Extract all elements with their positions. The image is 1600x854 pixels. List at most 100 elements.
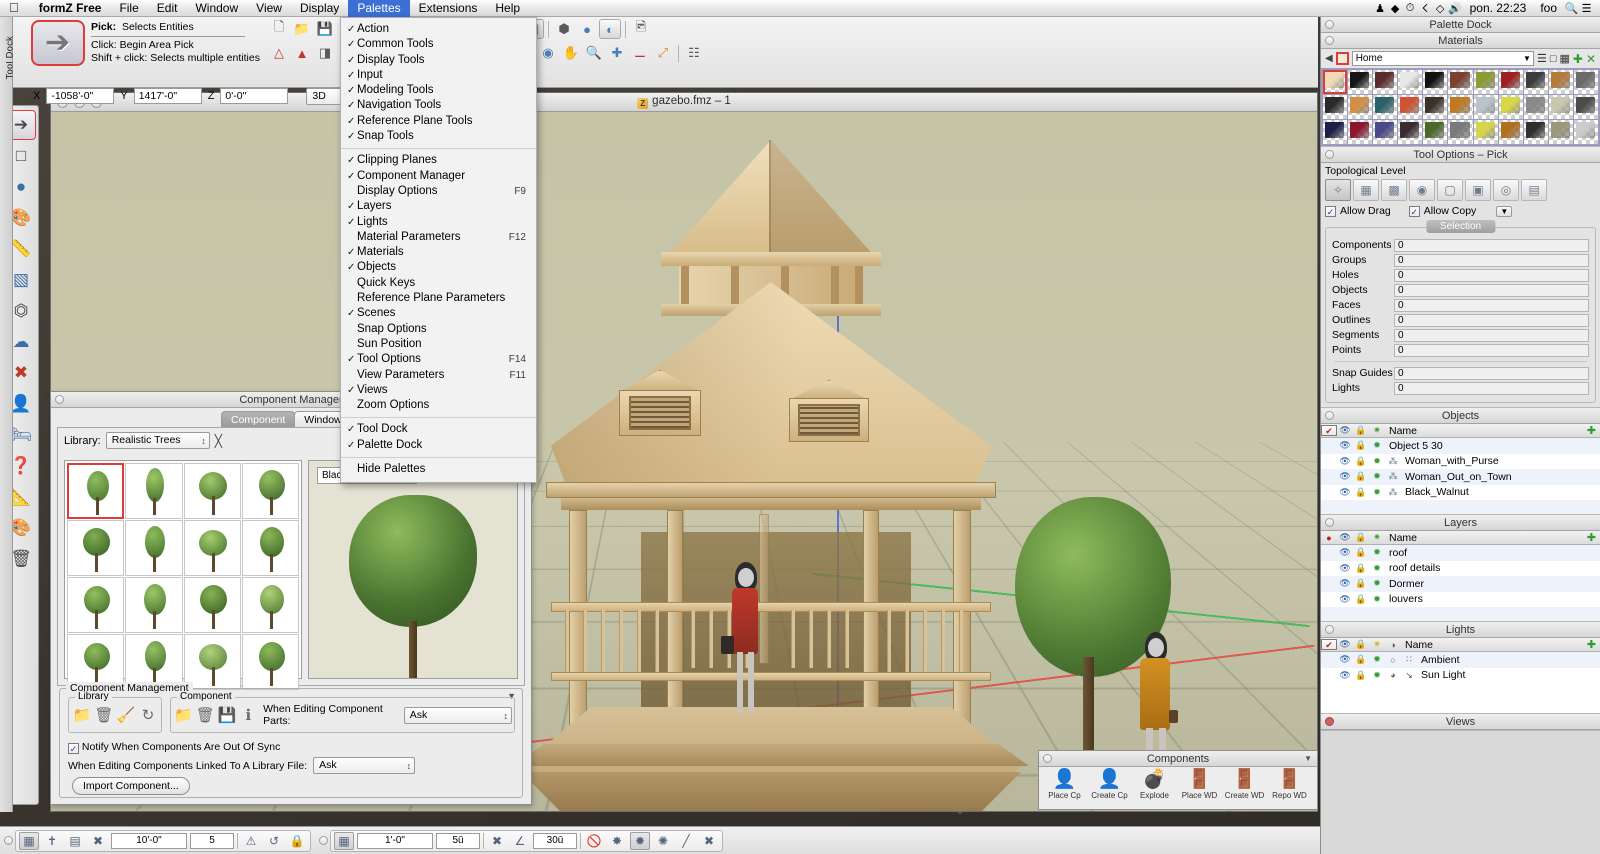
dropbox-icon[interactable]: ◆ xyxy=(1388,2,1403,15)
menu-option-layers[interactable]: ✓ Layers xyxy=(341,199,536,214)
render-wire-icon[interactable]: ⬢ xyxy=(553,19,575,39)
material-swatch[interactable] xyxy=(1448,95,1472,119)
clean-library-icon[interactable]: 🧹 xyxy=(115,703,137,727)
menu-option-action[interactable]: ✓ Action xyxy=(341,22,536,37)
visibility-icon[interactable]: 👁 xyxy=(1337,654,1353,665)
snap-angle-icon[interactable]: ∠ xyxy=(510,832,530,850)
topo-face-icon[interactable]: ▩ xyxy=(1381,179,1407,201)
menu-item-help[interactable]: Help xyxy=(486,0,529,17)
lights-header[interactable]: Lights xyxy=(1321,622,1600,638)
components-palette-header[interactable]: Components ▼ xyxy=(1039,751,1317,767)
material-swatch[interactable] xyxy=(1549,95,1573,119)
ghost-icon[interactable]: ♟ xyxy=(1373,2,1388,15)
render-full-icon[interactable]: ◐ xyxy=(599,19,621,39)
material-swatch[interactable] xyxy=(1524,70,1548,94)
lights-list[interactable]: 👁 🔒 ✹ ○ ∷ Ambient 👁 🔒 ✹ ◕ ↘ Sun Light xyxy=(1321,652,1600,683)
snap-point-icon[interactable]: ✸ xyxy=(607,832,627,850)
menu-option-palette-dock[interactable]: ✓ Palette Dock xyxy=(341,438,536,453)
list-item[interactable]: 👁 🔒 ✹ roof details xyxy=(1321,561,1600,577)
extrude-icon[interactable]: △ xyxy=(268,43,290,63)
lock-icon[interactable]: 🔒 xyxy=(1353,594,1369,605)
snap-icon[interactable]: ✹ xyxy=(1369,487,1385,498)
topo-hole-icon[interactable]: ◎ xyxy=(1493,179,1519,201)
snap-icon[interactable]: ✹ xyxy=(1369,578,1385,589)
search-icon[interactable]: 🔍 xyxy=(1564,2,1579,15)
material-swatch[interactable] xyxy=(1323,70,1347,94)
menu-option-lights[interactable]: ✓ Lights xyxy=(341,215,536,230)
material-swatch[interactable] xyxy=(1398,120,1422,144)
material-swatch[interactable] xyxy=(1574,120,1598,144)
info-icon[interactable]: ℹ xyxy=(238,703,260,727)
material-swatch[interactable] xyxy=(1524,120,1548,144)
snap-to-plane-icon[interactable]: ↺ xyxy=(264,832,284,850)
open-library-icon[interactable]: 📁 xyxy=(71,703,93,727)
material-swatch[interactable] xyxy=(1549,70,1573,94)
palette-dock-header[interactable]: Palette Dock xyxy=(1321,17,1600,33)
visibility-icon[interactable]: 👁 xyxy=(1337,670,1353,681)
component-thumbnail-grid[interactable] xyxy=(64,460,302,679)
ambient-icon[interactable]: ∷ xyxy=(1401,654,1417,665)
material-swatch[interactable] xyxy=(1373,95,1397,119)
visibility-icon[interactable]: 👁 xyxy=(1337,456,1353,467)
menu-option-tool-dock[interactable]: ✓ Tool Dock xyxy=(341,422,536,437)
material-swatch[interactable] xyxy=(1348,95,1372,119)
refresh-library-icon[interactable]: ↻ xyxy=(137,703,159,727)
snap-icon[interactable]: ✷ xyxy=(1369,532,1385,543)
snap-size-input[interactable]: 1'-0" xyxy=(357,833,433,849)
light-on-icon[interactable]: ✷ xyxy=(1369,639,1385,650)
snap-collapse-button[interactable] xyxy=(319,836,328,845)
grid-size-input[interactable]: 10'-0" xyxy=(111,833,187,849)
more-options-icon[interactable]: ▼ xyxy=(1496,206,1512,217)
sweep-icon[interactable]: ▲ xyxy=(291,43,313,63)
material-swatch[interactable] xyxy=(1474,120,1498,144)
component-thumbnail[interactable] xyxy=(242,463,299,519)
component-tool-explode[interactable]: 💣 Explode xyxy=(1132,769,1177,800)
list-item[interactable]: 👁 🔒 ✹ Object 5 30 xyxy=(1321,438,1600,454)
material-swatch[interactable] xyxy=(1499,120,1523,144)
notify-out-of-sync-checkbox[interactable]: ✓ xyxy=(68,743,79,754)
delete-icon[interactable]: ✕ xyxy=(1586,52,1596,66)
list-item[interactable]: 👁 🔒 ✹ ⁂ Woman_with_Purse xyxy=(1321,454,1600,470)
shadow-icon[interactable]: ○ xyxy=(1385,655,1401,665)
lock-icon[interactable]: 🔒 xyxy=(1353,578,1369,589)
list-item[interactable]: 👁 🔒 ✹ roof xyxy=(1321,545,1600,561)
volume-icon[interactable]: 🔊 xyxy=(1448,2,1463,15)
snap-icon[interactable]: ✹ xyxy=(1369,440,1385,451)
palettes-dropdown-menu[interactable]: ✓ Action ✓ Common Tools ✓ Display Tools ✓ Input… xyxy=(340,17,537,483)
snap-icon[interactable]: ✷ xyxy=(1369,425,1385,436)
lock-icon[interactable]: 🔒 xyxy=(1353,471,1369,482)
layers-list[interactable]: 👁 🔒 ✹ roof 👁 🔒 ✹ roof details 👁 🔒 ✹ Dormer 👁 🔒 ✹ louver… xyxy=(1321,545,1600,607)
material-swatch-grid[interactable] xyxy=(1321,68,1600,146)
tool-dock-strip[interactable]: Tool Dock xyxy=(0,17,13,812)
shadow-icon[interactable]: ◑ xyxy=(1385,640,1401,650)
topo-point-icon[interactable]: ▣ xyxy=(1465,179,1491,201)
snap-multi-icon[interactable]: ✺ xyxy=(653,832,673,850)
menu-item-extensions[interactable]: Extensions xyxy=(410,0,487,17)
lock-icon[interactable]: 🔒 xyxy=(1353,487,1369,498)
back-arrow-icon[interactable]: ◀ xyxy=(1325,53,1333,64)
current-material-swatch[interactable] xyxy=(1336,52,1349,65)
material-swatch[interactable] xyxy=(1398,70,1422,94)
component-thumbnail[interactable] xyxy=(67,577,124,633)
snap-grid-icon[interactable]: ▦ xyxy=(334,832,354,850)
visibility-icon[interactable]: 👁 xyxy=(1337,547,1353,558)
topo-group-icon[interactable]: ▤ xyxy=(1521,179,1547,201)
views-header[interactable]: Views xyxy=(1321,714,1600,730)
grid-view-icon[interactable]: ▦ xyxy=(1559,52,1569,65)
add-icon[interactable]: ✚ xyxy=(1573,52,1583,66)
visibility-icon[interactable]: 👁 xyxy=(1337,532,1353,543)
add-object-icon[interactable]: ✚ xyxy=(1587,424,1596,437)
allow-drag-checkbox[interactable]: ✓ xyxy=(1325,206,1336,217)
material-swatch[interactable] xyxy=(1524,95,1548,119)
menu-item-file[interactable]: File xyxy=(110,0,147,17)
menu-option-modeling-tools[interactable]: ✓ Modeling Tools xyxy=(341,83,536,98)
snap-icon[interactable]: ✹ xyxy=(1369,654,1385,665)
material-group-select[interactable]: Home ▼ xyxy=(1352,51,1534,66)
check-icon[interactable]: ✔ xyxy=(1321,425,1337,436)
sun-direction-icon[interactable]: ↘ xyxy=(1401,670,1417,681)
layers-header[interactable]: Layers xyxy=(1321,515,1600,531)
component-thumbnail[interactable] xyxy=(67,520,124,576)
lock-icon[interactable]: 🔒 xyxy=(1353,547,1369,558)
component-thumbnail[interactable] xyxy=(242,520,299,576)
add-layer-icon[interactable]: ✚ xyxy=(1587,531,1596,544)
